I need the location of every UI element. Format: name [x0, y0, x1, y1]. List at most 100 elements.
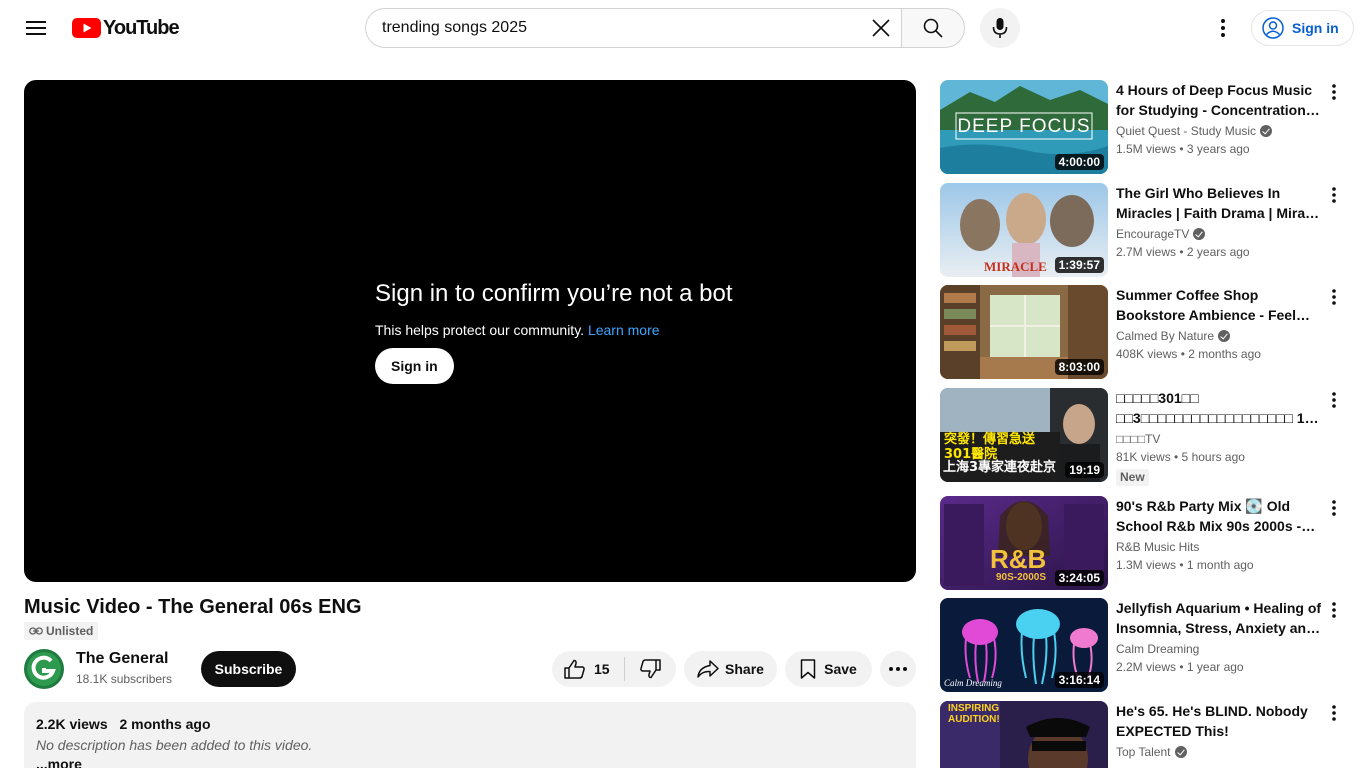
more-vertical-icon: [1332, 289, 1336, 305]
recommendation-channel[interactable]: R&B Music Hits: [1116, 538, 1322, 556]
share-label: Share: [725, 661, 764, 677]
more-vertical-icon: [1332, 500, 1336, 516]
bookmark-icon: [800, 659, 816, 679]
search-box[interactable]: [365, 8, 902, 48]
bot-check-title: Sign in to confirm you’re not a bot: [375, 280, 733, 307]
video-thumbnail[interactable]: 8:03:00: [940, 285, 1108, 379]
recommendation-title[interactable]: 4 Hours of Deep Focus Music for Studying…: [1116, 80, 1322, 120]
more-vertical-icon: [1332, 705, 1336, 721]
bot-check-message: Sign in to confirm you’re not a bot This…: [375, 280, 733, 384]
thumbnail-caption: Calm Dreaming: [944, 678, 1002, 688]
link-icon: [29, 627, 43, 635]
recommendation-info: □□□□□301□□ □□3□□□□□□□□□□□□□□□□□□ 10□ □□□…: [1116, 388, 1322, 486]
recommendation-channel[interactable]: Top Talent: [1116, 743, 1322, 761]
description-box[interactable]: 2.2K views 2 months ago No description h…: [24, 702, 916, 768]
recommendation-menu-button[interactable]: [1322, 80, 1346, 104]
youtube-logo-icon: [72, 18, 101, 38]
recommendation-channel[interactable]: Calm Dreaming: [1116, 640, 1322, 658]
recommendation-meta: 408K views • 2 months ago: [1116, 347, 1261, 361]
recommendation-channel[interactable]: EncourageTV: [1116, 225, 1322, 243]
recommendation-title[interactable]: He's 65. He's BLIND. Nobody EXPECTED Thi…: [1116, 701, 1322, 741]
subscribe-button[interactable]: Subscribe: [201, 651, 296, 687]
recommendation-item[interactable]: DEEP FOCUS 4:00:00 4 Hours of Deep Focus…: [940, 80, 1350, 175]
verified-icon: [1260, 125, 1273, 137]
video-thumbnail[interactable]: Calm Dreaming 3:16:14: [940, 598, 1108, 692]
settings-menu-button[interactable]: [1203, 8, 1243, 48]
recommendation-channel[interactable]: □□□□TV: [1116, 430, 1322, 448]
recommendation-info: Summer Coffee Shop Bookstore Ambience - …: [1116, 285, 1322, 363]
recommendation-channel[interactable]: Calmed By Nature: [1116, 327, 1322, 345]
channel-name[interactable]: The General: [76, 650, 168, 668]
recommendation-item[interactable]: MIRACLE 1:39:57 The Girl Who Believes In…: [940, 183, 1350, 277]
recommendation-item[interactable]: R&B 90S-2000S 3:24:05 90's R&b Party Mix…: [940, 496, 1350, 591]
video-thumbnail[interactable]: DEEP FOCUS 4:00:00: [940, 80, 1108, 174]
description-more-button[interactable]: ...more: [36, 756, 904, 768]
learn-more-link[interactable]: Learn more: [588, 322, 660, 338]
description-text: No description has been added to this vi…: [36, 737, 313, 753]
recommendation-item[interactable]: 突發！傳習急送301醫院 上海3專家連夜赴京 19:19 □□□□□301□□ …: [940, 388, 1350, 488]
recommendation-meta: 2.7M views • 2 years ago: [1116, 245, 1250, 259]
recommendation-menu-button[interactable]: [1322, 183, 1346, 207]
video-thumbnail[interactable]: 突發！傳習急送301醫院 上海3專家連夜赴京 19:19: [940, 388, 1108, 482]
video-title: Music Video - The General 06s ENG: [24, 596, 362, 618]
recommendation-title[interactable]: □□□□□301□□ □□3□□□□□□□□□□□□□□□□□□ 10□ □□□…: [1116, 388, 1322, 428]
recommendation-title[interactable]: Jellyfish Aquarium • Healing of Insomnia…: [1116, 598, 1322, 638]
video-duration: 4:00:00: [1054, 154, 1104, 170]
guide-menu-button[interactable]: [16, 8, 56, 48]
masthead: YouTube Sign in: [0, 0, 1366, 56]
search-input[interactable]: [382, 19, 862, 37]
new-badge: New: [1116, 469, 1149, 486]
view-count: 2.2K views: [36, 716, 108, 732]
clear-search-button[interactable]: [866, 13, 896, 43]
video-thumbnail[interactable]: INSPIRING AUDITION!: [940, 701, 1108, 768]
recommendation-info: The Girl Who Believes In Miracles | Fait…: [1116, 183, 1322, 261]
recommendation-menu-button[interactable]: [1322, 496, 1346, 520]
recommendation-title[interactable]: 90's R&b Party Mix 💽 Old School R&b Mix …: [1116, 496, 1322, 536]
recommendation-meta: 1.3M views • 1 month ago: [1116, 558, 1254, 572]
close-icon: [872, 19, 890, 37]
channel-name: Calmed By Nature: [1116, 329, 1215, 343]
channel-name: EncourageTV: [1116, 227, 1190, 241]
recommendation-title[interactable]: The Girl Who Believes In Miracles | Fait…: [1116, 183, 1322, 223]
channel-name: Quiet Quest - Study Music: [1116, 124, 1257, 138]
recommendation-meta: 2.2M views • 1 year ago: [1116, 660, 1244, 674]
recommendation-menu-button[interactable]: [1322, 285, 1346, 309]
video-player[interactable]: Sign in to confirm you’re not a bot This…: [24, 80, 916, 582]
dislike-button[interactable]: [625, 651, 675, 687]
youtube-logo[interactable]: YouTube: [72, 17, 180, 39]
player-sign-in-button[interactable]: Sign in: [375, 348, 454, 384]
more-actions-button[interactable]: [880, 651, 916, 687]
video-thumbnail[interactable]: R&B 90S-2000S 3:24:05: [940, 496, 1108, 590]
save-button[interactable]: Save: [785, 651, 872, 687]
recommendation-menu-button[interactable]: [1322, 598, 1346, 622]
hamburger-icon: [26, 21, 46, 35]
channel-avatar[interactable]: [24, 649, 64, 689]
share-button[interactable]: Share: [684, 651, 777, 687]
description-stats: 2.2K views 2 months ago: [36, 716, 904, 732]
recommendation-meta: 1.5M views • 3 years ago: [1116, 142, 1250, 156]
video-duration: 1:39:57: [1054, 257, 1104, 273]
like-button[interactable]: 15: [552, 651, 624, 687]
more-vertical-icon: [1332, 602, 1336, 618]
recommendation-channel[interactable]: Quiet Quest - Study Music: [1116, 122, 1322, 140]
recommendation-item[interactable]: 8:03:00 Summer Coffee Shop Bookstore Amb…: [940, 285, 1350, 380]
video-duration: 8:03:00: [1054, 359, 1104, 375]
subscriber-count: 18.1K subscribers: [76, 672, 173, 686]
recommendation-menu-button[interactable]: [1322, 701, 1346, 725]
video-thumbnail[interactable]: MIRACLE 1:39:57: [940, 183, 1108, 277]
thumbnail-caption: 突發！傳習急送301醫院: [944, 432, 1036, 462]
more-horizontal-icon: [889, 667, 907, 671]
sign-in-button[interactable]: Sign in: [1251, 10, 1354, 46]
recommendation-title[interactable]: Summer Coffee Shop Bookstore Ambience - …: [1116, 285, 1322, 325]
bot-check-text: This helps protect our community.: [375, 322, 585, 338]
thumbnail-caption: MIRACLE: [984, 259, 1047, 274]
voice-search-button[interactable]: [980, 8, 1020, 48]
search-button[interactable]: [901, 8, 965, 48]
more-vertical-icon: [1221, 19, 1225, 37]
recommendation-info: 90's R&b Party Mix 💽 Old School R&b Mix …: [1116, 496, 1322, 574]
recommendation-item[interactable]: INSPIRING AUDITION! He's 65. He's BLIND.…: [940, 701, 1350, 768]
more-vertical-icon: [1332, 187, 1336, 203]
recommendation-item[interactable]: Calm Dreaming 3:16:14 Jellyfish Aquarium…: [940, 598, 1350, 693]
recommendation-info: Jellyfish Aquarium • Healing of Insomnia…: [1116, 598, 1322, 676]
recommendation-menu-button[interactable]: [1322, 388, 1346, 412]
